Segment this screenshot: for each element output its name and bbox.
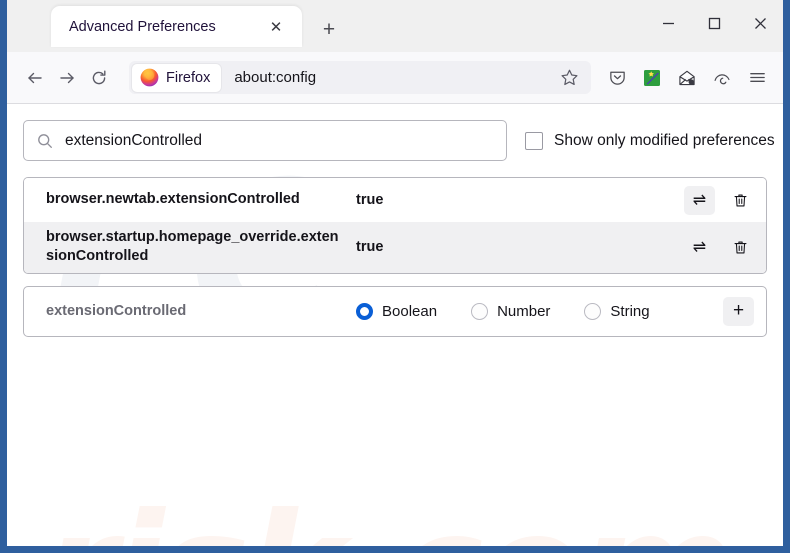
toggle-boolean-icon[interactable]: ⇌ xyxy=(684,185,715,215)
table-row[interactable]: browser.newtab.extensionControlled true … xyxy=(24,178,766,222)
add-preference-row: extensionControlled Boolean Number Strin… xyxy=(23,285,767,337)
pref-value: true xyxy=(356,239,384,256)
search-icon xyxy=(36,132,54,150)
trash-icon[interactable] xyxy=(725,186,756,215)
preferences-table: browser.newtab.extensionControlled true … xyxy=(23,177,767,274)
pref-name: browser.startup.homepage_override.extens… xyxy=(46,229,339,265)
bookmark-star-icon[interactable] xyxy=(555,64,583,92)
pref-type-options: Boolean Number String xyxy=(346,302,723,320)
toolbar-icons xyxy=(601,62,773,94)
reload-icon[interactable] xyxy=(83,62,115,94)
back-icon[interactable] xyxy=(19,62,51,94)
mail-envelope-icon[interactable] xyxy=(671,62,703,94)
account-icon[interactable] xyxy=(706,62,738,94)
page-content: extensionControlled Show only modified p… xyxy=(7,104,783,337)
forward-icon[interactable] xyxy=(51,62,83,94)
close-icon[interactable]: ✕ xyxy=(264,15,288,39)
show-modified-checkbox[interactable] xyxy=(525,131,543,150)
toggle-boolean-icon[interactable]: ⇌ xyxy=(684,232,715,262)
watermark-bottom-text: risk.com xyxy=(43,494,735,546)
radio-boolean-label: Boolean xyxy=(382,302,438,320)
hamburger-menu-icon[interactable] xyxy=(741,62,773,94)
close-window-icon[interactable] xyxy=(737,0,783,46)
firefox-logo-icon xyxy=(140,68,159,87)
browser-window: Advanced Preferences ✕ + Firefox about:c… xyxy=(0,0,790,553)
browser-tab-advanced-preferences[interactable]: Advanced Preferences ✕ xyxy=(51,6,302,47)
navigation-toolbar: Firefox about:config xyxy=(7,52,783,104)
radio-number-icon[interactable] xyxy=(471,302,489,320)
about-config-page: PC risk.com extensionControlled Show onl… xyxy=(7,104,783,546)
show-modified-label: Show only modified preferences xyxy=(554,131,775,149)
firefox-brand-chip: Firefox xyxy=(132,63,222,92)
row-actions: ⇌ xyxy=(684,232,756,262)
search-input-value[interactable]: extensionControlled xyxy=(65,132,202,150)
radio-option-boolean[interactable]: Boolean xyxy=(356,302,438,320)
maximize-icon[interactable] xyxy=(691,0,737,46)
row-actions: ⇌ xyxy=(684,185,756,215)
show-modified-toggle[interactable]: Show only modified preferences xyxy=(525,131,775,150)
add-preference-button[interactable]: + xyxy=(723,296,754,326)
pref-value: true xyxy=(356,192,384,208)
tab-strip: Advanced Preferences ✕ + xyxy=(7,0,783,52)
url-bar[interactable]: Firefox about:config xyxy=(129,61,591,94)
minimize-icon[interactable] xyxy=(645,0,691,46)
tab-title: Advanced Preferences xyxy=(69,18,216,35)
radio-number-label: Number xyxy=(497,302,551,320)
new-pref-name[interactable]: extensionControlled xyxy=(46,303,346,319)
extension-magic-wand-icon[interactable] xyxy=(636,62,668,94)
radio-string-label: String xyxy=(610,302,650,320)
new-tab-button[interactable]: + xyxy=(312,13,346,47)
radio-boolean-icon[interactable] xyxy=(356,302,373,320)
search-row: extensionControlled Show only modified p… xyxy=(23,120,775,161)
table-row[interactable]: browser.startup.homepage_override.extens… xyxy=(24,222,766,273)
radio-string-icon[interactable] xyxy=(584,302,602,320)
url-text[interactable]: about:config xyxy=(234,69,555,86)
radio-option-string[interactable]: String xyxy=(584,302,650,320)
trash-icon[interactable] xyxy=(725,233,756,262)
window-controls xyxy=(645,0,783,46)
pocket-icon[interactable] xyxy=(601,62,633,94)
pref-name: browser.newtab.extensionControlled xyxy=(46,191,300,208)
radio-option-number[interactable]: Number xyxy=(471,302,551,320)
brand-chip-label: Firefox xyxy=(166,69,211,86)
search-input[interactable]: extensionControlled xyxy=(23,120,507,161)
